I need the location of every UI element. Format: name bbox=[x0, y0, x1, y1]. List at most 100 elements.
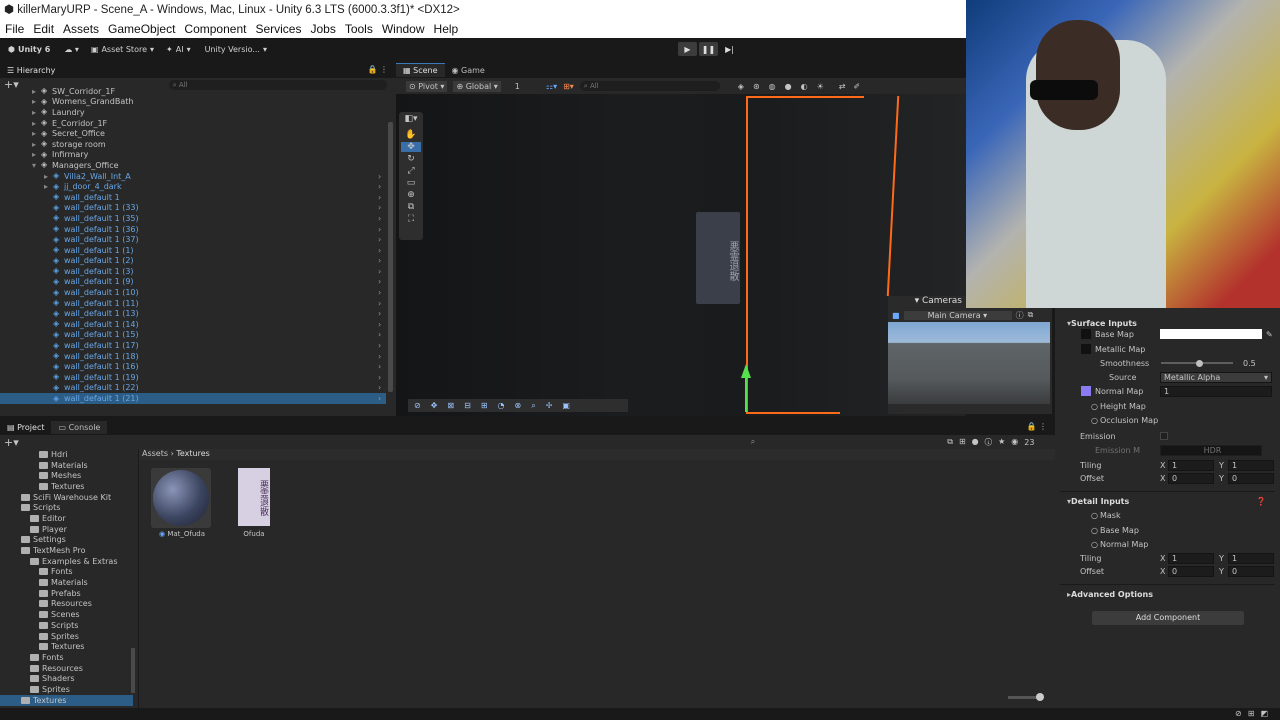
account-button[interactable]: ⬢ Unity 6 bbox=[8, 45, 50, 54]
foldout-arrow-icon[interactable]: ▸ bbox=[32, 97, 41, 106]
project-add-button[interactable]: +▾ bbox=[4, 436, 19, 449]
project-folder-item[interactable]: Scenes bbox=[0, 609, 133, 620]
base-color-swatch[interactable] bbox=[1160, 329, 1262, 339]
project-folder-item[interactable]: Examples & Extras bbox=[0, 556, 133, 567]
prefab-open-icon[interactable]: › bbox=[378, 256, 381, 265]
prefab-open-icon[interactable]: › bbox=[378, 394, 381, 403]
scene-viewport[interactable]: 悪霊退散 bbox=[396, 94, 966, 416]
project-folder-item[interactable]: Hdri bbox=[0, 449, 133, 460]
detail-inputs-header[interactable]: ▾ Detail Inputs ❓ bbox=[1055, 495, 1280, 507]
zoom-slider-handle[interactable] bbox=[1036, 693, 1044, 701]
add-component-button[interactable]: Add Component bbox=[1092, 611, 1244, 625]
cloud-button[interactable]: ☁ ▾ bbox=[64, 45, 79, 54]
prefab-open-icon[interactable]: › bbox=[378, 193, 381, 202]
overlay-icon-1[interactable]: ⊘ bbox=[414, 401, 421, 410]
overlay-icon-7[interactable]: ⊗ bbox=[515, 401, 522, 410]
overlay-icon-2[interactable]: ✥ bbox=[431, 401, 438, 410]
advanced-options-header[interactable]: ▸ Advanced Options bbox=[1055, 588, 1280, 600]
scale-tool-icon[interactable]: ⤢ bbox=[407, 166, 414, 176]
prefab-open-icon[interactable]: › bbox=[378, 309, 381, 318]
menu-assets[interactable]: Assets bbox=[63, 22, 99, 36]
project-folder-item[interactable]: Resources bbox=[0, 599, 133, 610]
prefab-open-icon[interactable]: › bbox=[378, 225, 381, 234]
overlay-icon-6[interactable]: ◔ bbox=[498, 401, 505, 410]
hierarchy-item[interactable]: ◈ wall_default 1 › bbox=[0, 192, 386, 203]
project-folder-item[interactable]: Prefabs bbox=[0, 588, 133, 599]
menu-tools[interactable]: Tools bbox=[345, 22, 373, 36]
texture-slot-icon[interactable]: ○ bbox=[1091, 511, 1098, 520]
prefab-open-icon[interactable]: › bbox=[378, 203, 381, 212]
play-button[interactable]: ▶ bbox=[678, 42, 697, 56]
hierarchy-item[interactable]: ▸ ◈ Womens_GrandBath bbox=[0, 97, 386, 108]
help-icon[interactable]: ❓ bbox=[1256, 497, 1266, 506]
project-folder-item[interactable]: Shaders bbox=[0, 673, 133, 684]
hierarchy-item[interactable]: ▸ ◈ Secret_Office bbox=[0, 128, 386, 139]
scene-search-input[interactable]: ⌕ All bbox=[579, 81, 720, 91]
hierarchy-item[interactable]: ▸ ◈ storage room bbox=[0, 139, 386, 150]
normal-map-slot-icon[interactable] bbox=[1081, 386, 1091, 396]
project-folder-item[interactable]: Materials bbox=[0, 577, 133, 588]
detail-tiling-x-field[interactable]: 1 bbox=[1168, 552, 1214, 564]
overlay-icon-3[interactable]: ⊠ bbox=[447, 401, 454, 410]
foldout-arrow-icon[interactable]: ▸ bbox=[32, 129, 41, 138]
pause-button[interactable]: ❚❚ bbox=[699, 42, 718, 56]
prefab-open-icon[interactable]: › bbox=[378, 341, 381, 350]
overlay-icon-5[interactable]: ⊞ bbox=[481, 401, 488, 410]
prefab-open-icon[interactable]: › bbox=[378, 172, 381, 181]
tab-console[interactable]: ▭ Console bbox=[51, 420, 108, 434]
smoothness-value[interactable]: 0.5 bbox=[1243, 359, 1256, 368]
asset-mat-ofuda[interactable] bbox=[151, 468, 211, 528]
project-folder-item[interactable]: Textures bbox=[0, 694, 133, 706]
scene-view-icons[interactable]: ◈⊛◍●◐☀ bbox=[738, 82, 833, 91]
probe-tool-icon[interactable]: ⛶ bbox=[408, 214, 414, 224]
asset-store-button[interactable]: ▣ Asset Store ▾ bbox=[91, 45, 154, 54]
prefab-open-icon[interactable]: › bbox=[378, 214, 381, 223]
overlay-icon-8[interactable]: ⌕ bbox=[531, 401, 535, 411]
texture-slot-icon[interactable] bbox=[1081, 344, 1091, 354]
hierarchy-item[interactable]: ◈ wall_default 1 (16) › bbox=[0, 361, 386, 372]
prefab-open-icon[interactable]: › bbox=[378, 182, 381, 191]
hierarchy-scrollbar[interactable] bbox=[388, 122, 393, 392]
tiling-x-field[interactable]: 1 bbox=[1168, 459, 1214, 471]
foldout-arrow-icon[interactable]: ▸ bbox=[44, 182, 53, 191]
breadcrumb-assets[interactable]: Assets bbox=[142, 449, 168, 458]
detail-offset-x-field[interactable]: 0 bbox=[1168, 565, 1214, 577]
hierarchy-item[interactable]: ▸ ◈ SW_Corridor_1F bbox=[0, 86, 386, 97]
detail-tiling-y-field[interactable]: 1 bbox=[1228, 552, 1274, 564]
hierarchy-item[interactable]: ◈ wall_default 1 (15) › bbox=[0, 330, 386, 341]
texture-slot-icon[interactable]: ○ bbox=[1091, 540, 1098, 549]
menu-help[interactable]: Help bbox=[434, 22, 459, 36]
offset-x-field[interactable]: 0 bbox=[1168, 472, 1214, 484]
menu-component[interactable]: Component bbox=[184, 22, 246, 36]
hierarchy-item[interactable]: ◈ wall_default 1 (22) › bbox=[0, 383, 386, 394]
version-control-button[interactable]: Unity Versio... ▾ bbox=[205, 45, 267, 54]
menu-edit[interactable]: Edit bbox=[33, 22, 54, 36]
asset-ofuda-texture[interactable]: 悪霊退散 bbox=[238, 468, 270, 526]
prefab-open-icon[interactable]: › bbox=[378, 277, 381, 286]
overlay-icon-9[interactable]: ✢ bbox=[546, 401, 553, 410]
project-lock-icon[interactable]: 🔒 ⋮ bbox=[1026, 422, 1047, 431]
overlay-icon-10[interactable]: ▣ bbox=[562, 401, 570, 410]
hierarchy-item[interactable]: ◈ wall_default 1 (14) › bbox=[0, 319, 386, 330]
rect-tool-icon[interactable]: ▭ bbox=[407, 178, 416, 188]
foldout-expanded-icon[interactable]: ▾ bbox=[32, 161, 41, 170]
hierarchy-item[interactable]: ◈ wall_default 1 (11) › bbox=[0, 298, 386, 309]
hierarchy-item[interactable]: ◈ wall_default 1 (19) › bbox=[0, 372, 386, 383]
hierarchy-item[interactable]: ◈ wall_default 1 (18) › bbox=[0, 351, 386, 362]
project-tree-scrollbar[interactable] bbox=[131, 648, 135, 693]
texture-slot-icon[interactable]: ○ bbox=[1091, 416, 1098, 425]
detail-offset-y-field[interactable]: 0 bbox=[1228, 565, 1274, 577]
project-folder-item[interactable]: Sprites bbox=[0, 631, 133, 642]
prefab-open-icon[interactable]: › bbox=[378, 320, 381, 329]
hierarchy-item[interactable]: ▾ ◈ Managers_Office bbox=[0, 160, 386, 171]
project-folder-item[interactable]: Scripts bbox=[0, 502, 133, 513]
project-folder-item[interactable]: Meshes bbox=[0, 470, 133, 481]
source-select[interactable]: Metallic Alpha ▾ bbox=[1160, 371, 1272, 383]
transform-tool-icon[interactable]: ⊕ bbox=[407, 190, 415, 200]
project-folder-item[interactable]: Fonts bbox=[0, 652, 133, 663]
hierarchy-item[interactable]: ◈ wall_default 1 (1) › bbox=[0, 245, 386, 256]
menu-gameobject[interactable]: GameObject bbox=[108, 22, 175, 36]
hierarchy-item[interactable]: ▸ ◈ Infirmary bbox=[0, 150, 386, 161]
view-tool-icon[interactable]: ◧▾ bbox=[404, 114, 417, 124]
hierarchy-item[interactable]: ◈ wall_default 1 (2) › bbox=[0, 256, 386, 267]
